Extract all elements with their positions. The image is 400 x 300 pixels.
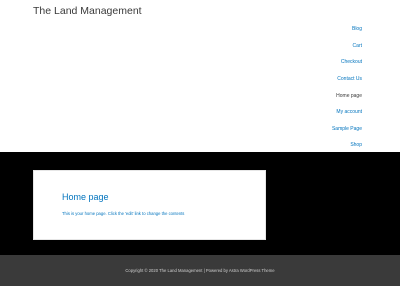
nav-item-contact-us[interactable]: Contact Us — [337, 76, 362, 82]
site-header: The Land Management Blog Cart Checkout C… — [0, 0, 400, 152]
page-title[interactable]: Home page — [62, 192, 109, 202]
nav-item-cart[interactable]: Cart — [353, 43, 362, 49]
footer-copyright: Copyright © 2020 The Land Management | P… — [125, 268, 275, 273]
site-title[interactable]: The Land Management — [33, 5, 142, 17]
bottom-strip — [0, 286, 400, 300]
nav-item-shop[interactable]: Shop — [350, 142, 362, 148]
page-body-text: This is your home page. Click the 'edit'… — [62, 211, 185, 216]
nav-item-checkout[interactable]: Checkout — [341, 59, 362, 65]
site-footer: Copyright © 2020 The Land Management | P… — [0, 255, 400, 286]
nav-item-sample-page[interactable]: Sample Page — [332, 126, 362, 132]
page-card: Home page This is your home page. Click … — [33, 170, 266, 240]
nav-item-my-account[interactable]: My account — [336, 109, 362, 115]
main-content-area: Home page This is your home page. Click … — [0, 152, 400, 255]
nav-item-blog[interactable]: Blog — [352, 26, 362, 32]
nav-item-home-page[interactable]: Home page — [336, 93, 362, 99]
